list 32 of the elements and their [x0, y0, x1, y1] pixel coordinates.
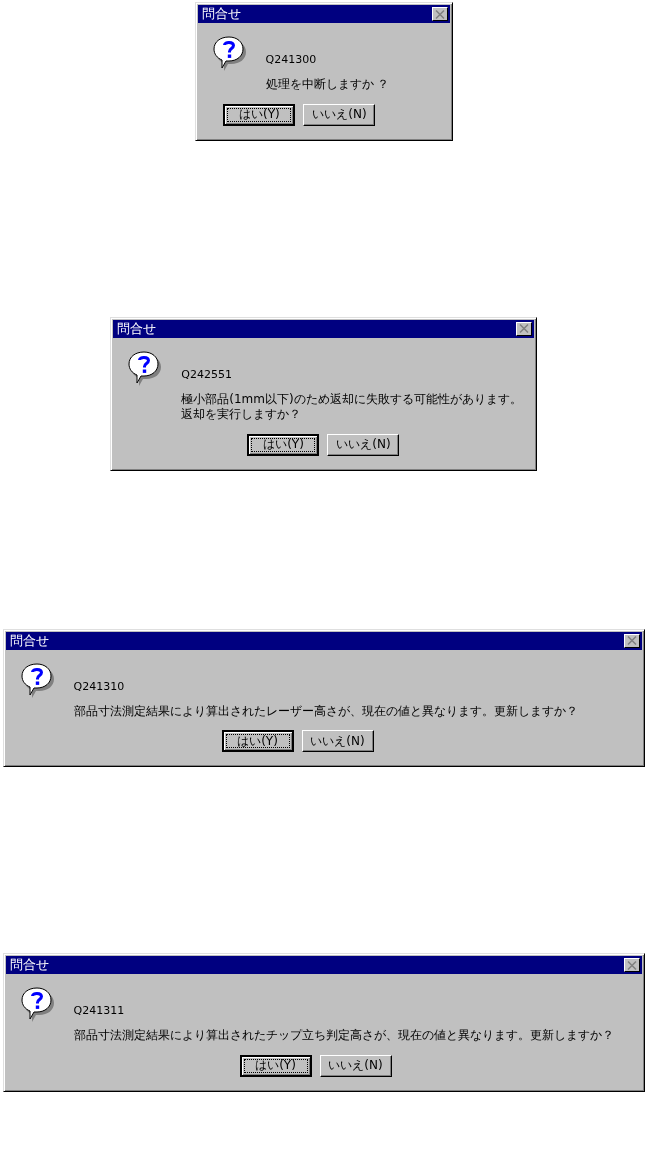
question-bubble-icon: [19, 661, 54, 698]
message-code: Q242551: [181, 367, 233, 381]
window-title: 問合せ: [117, 319, 157, 338]
close-button[interactable]: [515, 321, 532, 336]
close-button[interactable]: [623, 958, 640, 973]
yes-button[interactable]: はい(Y): [221, 730, 294, 753]
no-button[interactable]: いいえ(N): [319, 1054, 392, 1077]
close-icon: [626, 636, 637, 646]
message-text: 処理を中断しますか ？: [265, 77, 390, 93]
message-text: 部品寸法測定結果により算出されたレーザー高さが、現在の値と異なります。更新しますか？: [73, 703, 578, 720]
question-bubble-icon: [19, 986, 54, 1023]
message-text: 返却を実行しますか？: [181, 407, 303, 423]
message-text: 部品寸法測定結果により算出されたチップ立ち判定高さが、現在の値と異なります。更新しますか？: [73, 1028, 614, 1044]
no-button[interactable]: いいえ(N): [301, 730, 374, 753]
no-button[interactable]: いいえ(N): [327, 433, 400, 456]
window-title: 問合せ: [201, 5, 241, 23]
window-title: 問合せ: [9, 956, 49, 975]
message-code: Q241311: [73, 1004, 126, 1018]
message-code: Q241300: [265, 53, 318, 66]
close-icon: [626, 960, 637, 970]
message-text: 極小部品(1mm以下)のため返却に失敗する可能性があります。: [181, 391, 522, 408]
question-bubble-icon: [211, 35, 246, 71]
window-title: 問合せ: [9, 631, 49, 650]
yes-button[interactable]: はい(Y): [239, 1054, 312, 1077]
close-button[interactable]: [623, 633, 640, 648]
question-bubble-icon: [127, 349, 162, 386]
close-icon: [434, 9, 445, 19]
close-button[interactable]: [431, 7, 448, 21]
yes-button[interactable]: はい(Y): [223, 103, 296, 126]
no-button[interactable]: いいえ(N): [303, 103, 376, 126]
message-code: Q241310: [73, 679, 126, 693]
close-icon: [518, 324, 529, 334]
